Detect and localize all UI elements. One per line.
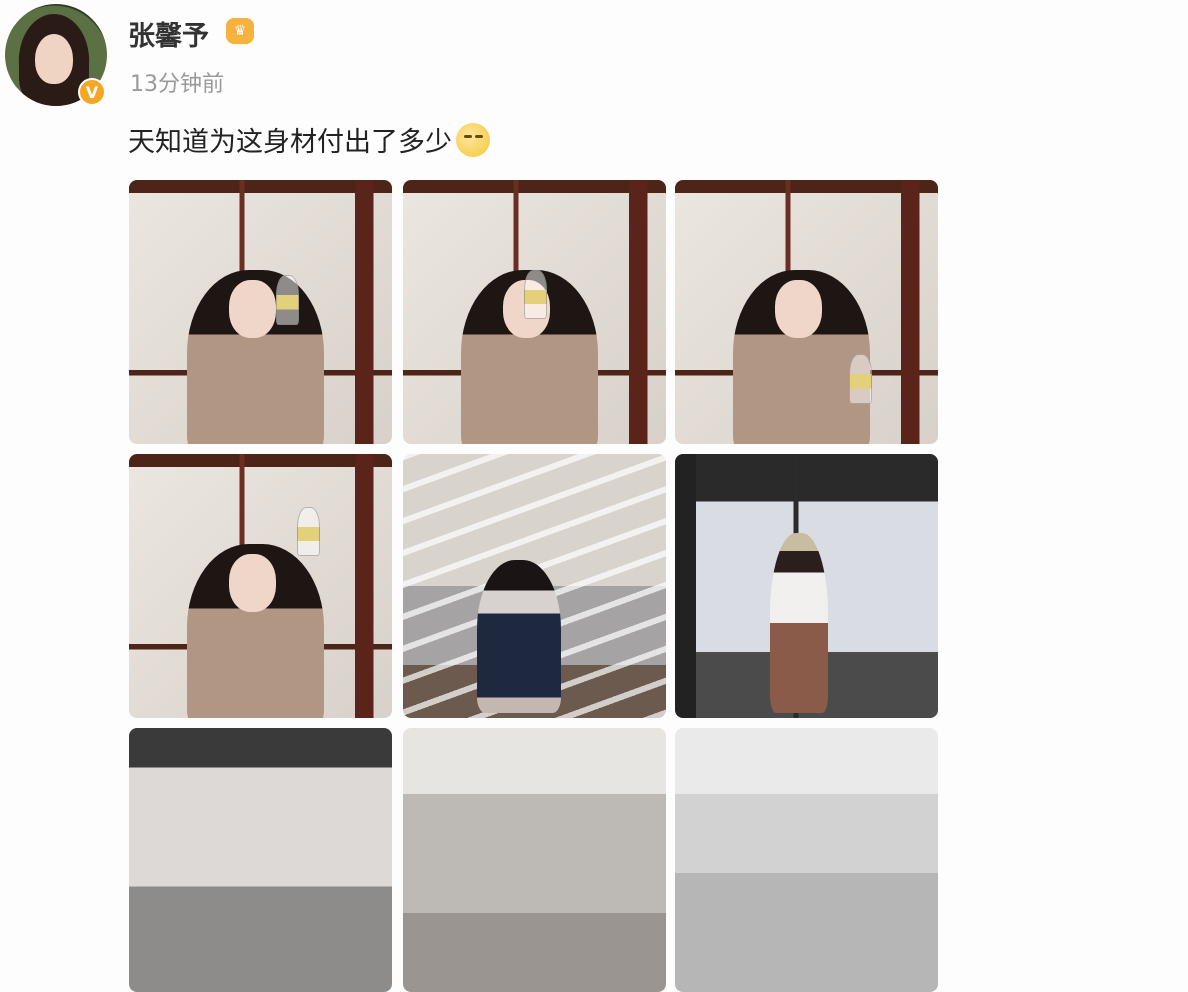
person-face [228,280,277,339]
wine-glass-icon [848,354,872,404]
post-text-content: 天知道为这身材付出了多少 [128,127,452,158]
username[interactable]: 张馨予 [128,14,209,53]
verified-badge-icon: V [78,78,106,106]
wine-glass-icon [297,506,321,557]
photo-4[interactable] [129,454,392,718]
post-time[interactable]: 13分钟前 [130,66,224,98]
avatar-face [35,34,73,84]
vip-badge-icon[interactable]: ♛ [226,18,254,44]
photo-8[interactable] [403,728,666,992]
photo-2[interactable] [403,180,666,444]
photo-5[interactable] [403,454,666,718]
post-text: 天知道为这身材付出了多少 [128,120,490,159]
photo-6[interactable] [675,454,938,718]
person-face [774,280,823,339]
wine-glass-icon [276,275,300,325]
person-face [228,554,277,613]
photo-3[interactable] [675,180,938,444]
photo-7[interactable] [129,728,392,992]
smirk-emoji-icon [456,122,490,157]
person-figure [476,559,561,713]
photo-9[interactable] [675,728,938,992]
person-figure [769,533,828,713]
wine-glass-icon [523,269,547,320]
photo-1[interactable] [129,180,392,444]
